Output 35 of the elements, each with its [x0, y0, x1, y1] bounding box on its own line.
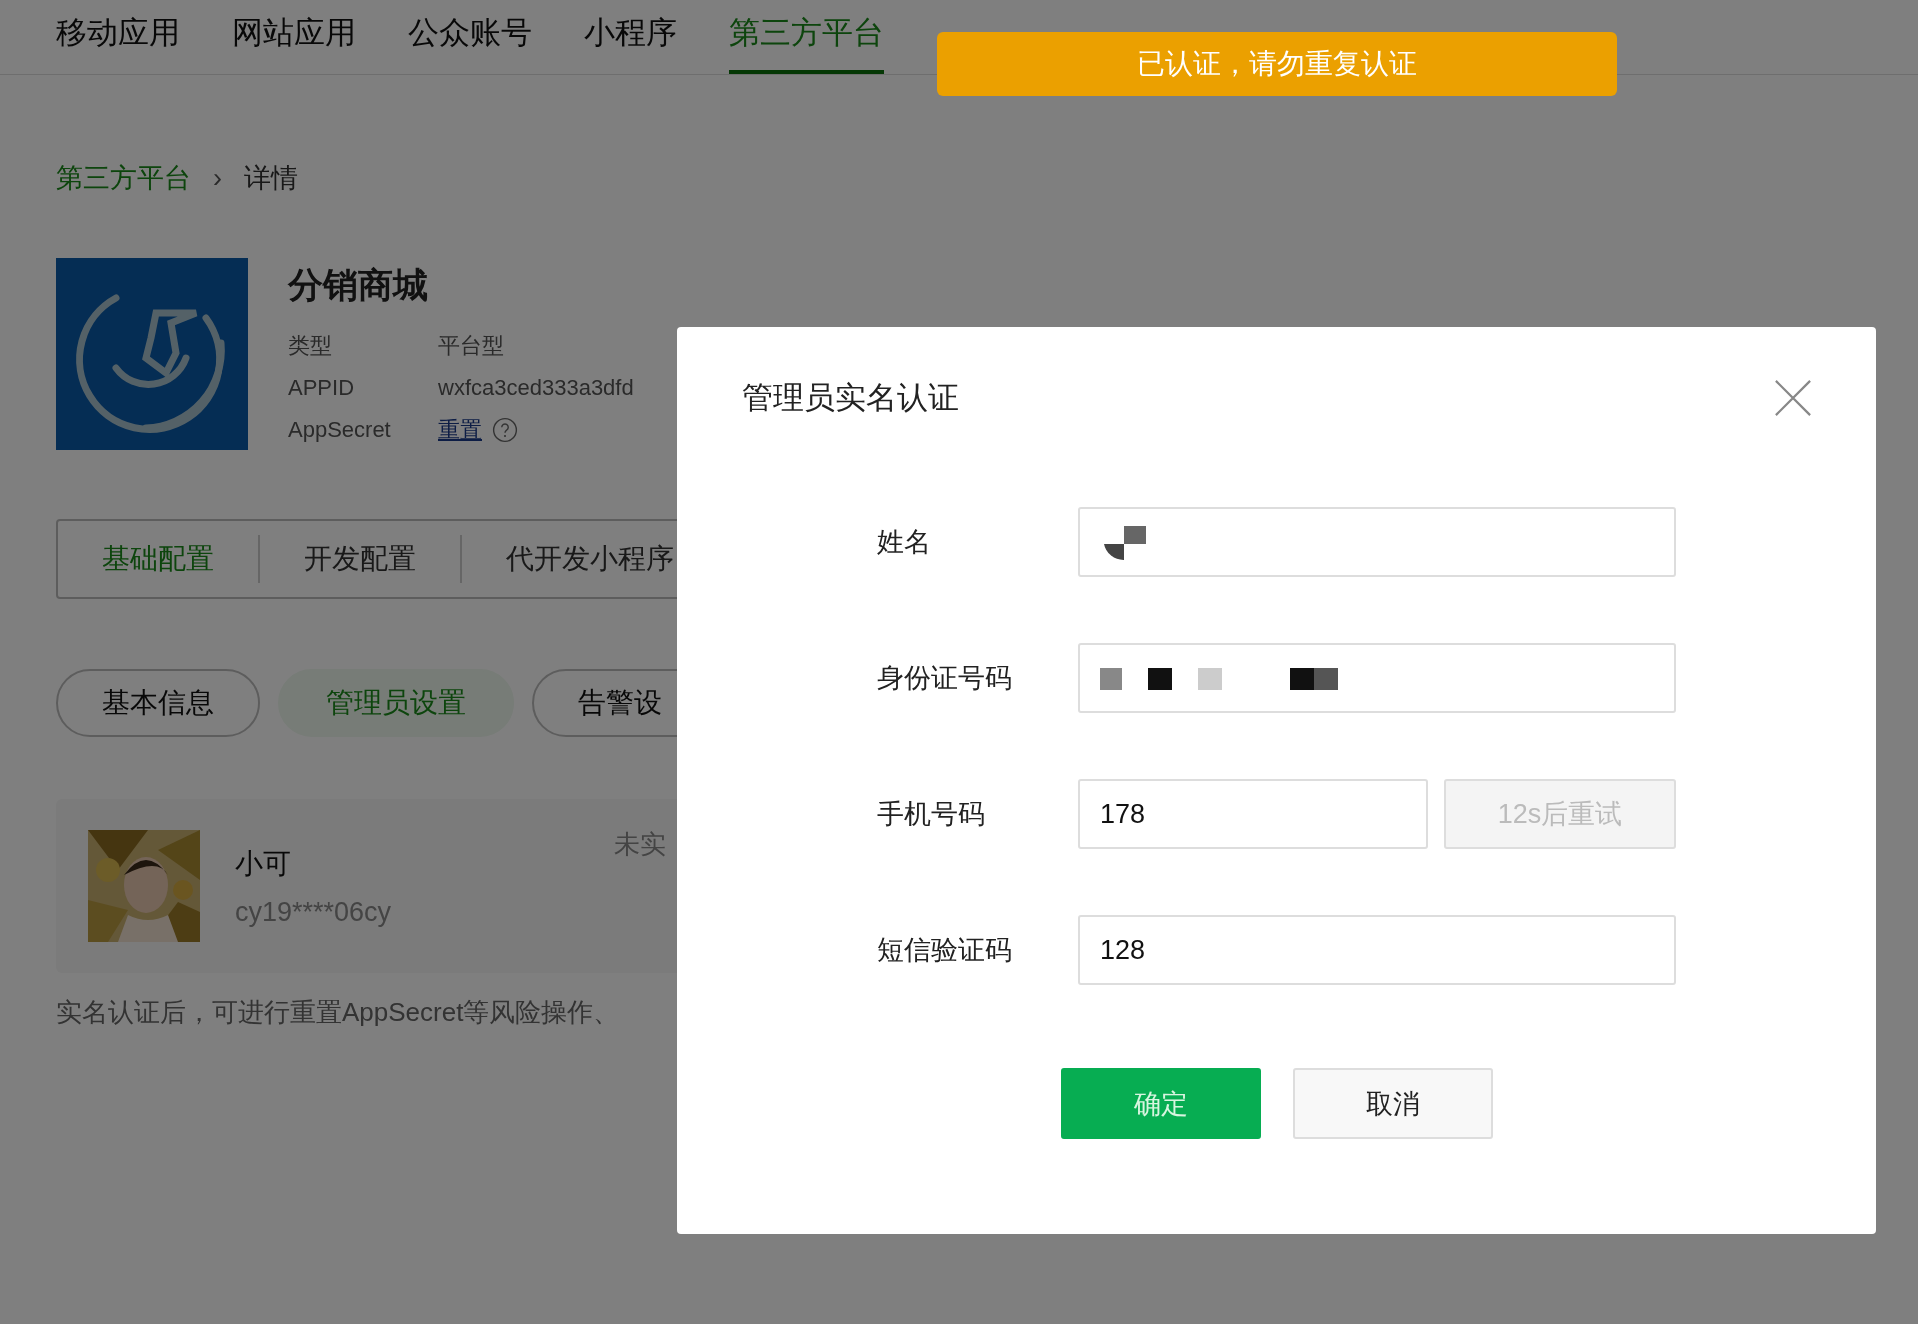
- app-name: 分销商城: [288, 264, 429, 306]
- nav-tab[interactable]: 网站应用: [232, 0, 356, 74]
- reset-link[interactable]: 重置: [438, 409, 482, 451]
- info-label: 类型: [288, 332, 333, 360]
- close-icon[interactable]: [1774, 379, 1812, 417]
- breadcrumb-link[interactable]: 第三方平台: [56, 160, 191, 196]
- status-toast: 已认证，请勿重复认证: [937, 32, 1617, 96]
- config-tab[interactable]: 开发配置: [260, 540, 460, 578]
- note-text: 实名认证后，可进行重置AppSecret等风险操作、: [56, 996, 621, 1029]
- cancel-button[interactable]: 取消: [1293, 1068, 1493, 1139]
- input-field[interactable]: [1078, 643, 1676, 713]
- breadcrumb-current: 详情: [244, 162, 298, 195]
- field-label: 短信验证码: [877, 934, 1013, 967]
- config-tab[interactable]: 基础配置: [102, 540, 258, 578]
- input-field[interactable]: 178: [1078, 779, 1428, 849]
- help-icon[interactable]: [492, 417, 518, 443]
- input-field[interactable]: 128: [1078, 915, 1676, 985]
- info-value: wxfca3ced333a3dfd: [438, 374, 634, 402]
- info-label: APPID: [288, 374, 356, 402]
- field-label: 身份证号码: [877, 662, 1013, 695]
- admin-name: 小可: [235, 846, 292, 881]
- dialog-title: 管理员实名认证: [742, 379, 959, 417]
- info-value: 平台型: [438, 332, 504, 360]
- section-pill[interactable]: 管理员设置: [278, 669, 514, 737]
- nav-tab[interactable]: 移动应用: [56, 0, 180, 74]
- field-label: 手机号码: [877, 798, 986, 831]
- nav-tab[interactable]: 第三方平台: [729, 0, 884, 74]
- nav-tab[interactable]: 小程序: [584, 0, 677, 74]
- breadcrumb-separator: ›: [213, 162, 222, 194]
- input-field[interactable]: [1078, 507, 1676, 577]
- nav-tab[interactable]: 公众账号: [408, 0, 532, 74]
- confirm-button[interactable]: 确定: [1061, 1068, 1261, 1139]
- field-label: 姓名: [877, 526, 932, 559]
- section-pill[interactable]: 基本信息: [56, 669, 260, 737]
- info-label: AppSecret: [288, 416, 392, 444]
